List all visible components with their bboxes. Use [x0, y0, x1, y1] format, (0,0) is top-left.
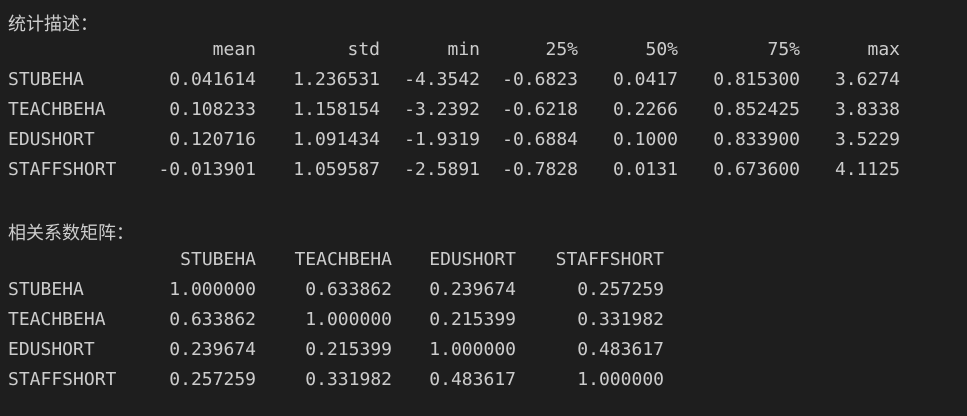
- corr-cell: 1.000000: [169, 279, 256, 300]
- corr-cell: 0.483617: [429, 369, 516, 390]
- corr-cell: 0.257259: [577, 279, 664, 300]
- stats-cell: -0.013901: [158, 159, 256, 180]
- stats-cell: 0.833900: [713, 129, 800, 150]
- corr-cell: 0.633862: [305, 279, 392, 300]
- corr-col-stubeha: STUBEHA: [180, 249, 256, 270]
- stats-cell: 0.0417: [612, 69, 678, 90]
- corr-cell: 0.633862: [169, 309, 256, 330]
- corr-cell: 0.483617: [577, 339, 664, 360]
- corr-cell: 1.000000: [429, 339, 516, 360]
- stats-cell: 0.041614: [169, 69, 256, 90]
- stats-cell: 1.059587: [293, 159, 380, 180]
- stats-col-std: std: [347, 39, 380, 60]
- corr-row-label: TEACHBEHA: [8, 309, 106, 330]
- stats-cell: 0.1000: [612, 129, 678, 150]
- stats-cell: 0.0131: [612, 159, 678, 180]
- stats-cell: 1.236531: [293, 69, 380, 90]
- corr-cell: 1.000000: [577, 369, 664, 390]
- corr-cell: 0.331982: [577, 309, 664, 330]
- stats-cell: 1.091434: [293, 129, 380, 150]
- stats-row-label: EDUSHORT: [8, 129, 95, 150]
- stats-cell: 3.5229: [834, 129, 900, 150]
- stats-col-50: 50%: [645, 39, 678, 60]
- stats-cell: 0.120716: [169, 129, 256, 150]
- corr-cell: 0.257259: [169, 369, 256, 390]
- corr-cell: 0.331982: [305, 369, 392, 390]
- corr-cell: 0.239674: [169, 339, 256, 360]
- terminal-output: 统计描述： mean std min 25% 50% 75% max STUBE…: [0, 0, 967, 416]
- stats-cell: 0.815300: [713, 69, 800, 90]
- stats-row-label: TEACHBEHA: [8, 99, 106, 120]
- stats-col-mean: mean: [212, 39, 256, 60]
- stats-cell: 4.1125: [834, 159, 900, 180]
- stats-cell: -0.6884: [502, 129, 578, 150]
- stats-cell: 1.158154: [293, 99, 380, 120]
- stats-cell: -1.9319: [404, 129, 480, 150]
- stats-title: 统计描述：: [8, 14, 98, 35]
- stats-cell: 0.108233: [169, 99, 256, 120]
- stats-cell: 3.6274: [834, 69, 900, 90]
- corr-cell: 0.215399: [429, 309, 516, 330]
- corr-cell: 0.239674: [429, 279, 516, 300]
- corr-col-staffshort: STAFFSHORT: [555, 249, 664, 270]
- stats-row-label: STUBEHA: [8, 69, 84, 90]
- stats-cell: -0.6218: [502, 99, 578, 120]
- corr-col-teachbeha: TEACHBEHA: [294, 249, 392, 270]
- stats-cell: 3.8338: [834, 99, 900, 120]
- stats-col-25: 25%: [545, 39, 578, 60]
- corr-row-label: STUBEHA: [8, 279, 84, 300]
- corr-col-edushort: EDUSHORT: [429, 249, 516, 270]
- stats-row-label: STAFFSHORT: [8, 159, 117, 180]
- stats-cell: 0.852425: [713, 99, 800, 120]
- stats-cell: 0.673600: [713, 159, 800, 180]
- stats-cell: -3.2392: [404, 99, 480, 120]
- stats-col-min: min: [447, 39, 480, 60]
- stats-col-max: max: [867, 39, 900, 60]
- corr-cell: 0.215399: [305, 339, 392, 360]
- stats-cell: -2.5891: [404, 159, 480, 180]
- stats-cell: 0.2266: [612, 99, 678, 120]
- corr-row-label: EDUSHORT: [8, 339, 95, 360]
- corr-title: 相关系数矩阵：: [8, 223, 134, 244]
- stats-cell: -0.6823: [502, 69, 578, 90]
- stats-cell: -4.3542: [404, 69, 480, 90]
- corr-row-label: STAFFSHORT: [8, 369, 117, 390]
- corr-cell: 1.000000: [305, 309, 392, 330]
- stats-col-75: 75%: [767, 39, 800, 60]
- stats-cell: -0.7828: [502, 159, 578, 180]
